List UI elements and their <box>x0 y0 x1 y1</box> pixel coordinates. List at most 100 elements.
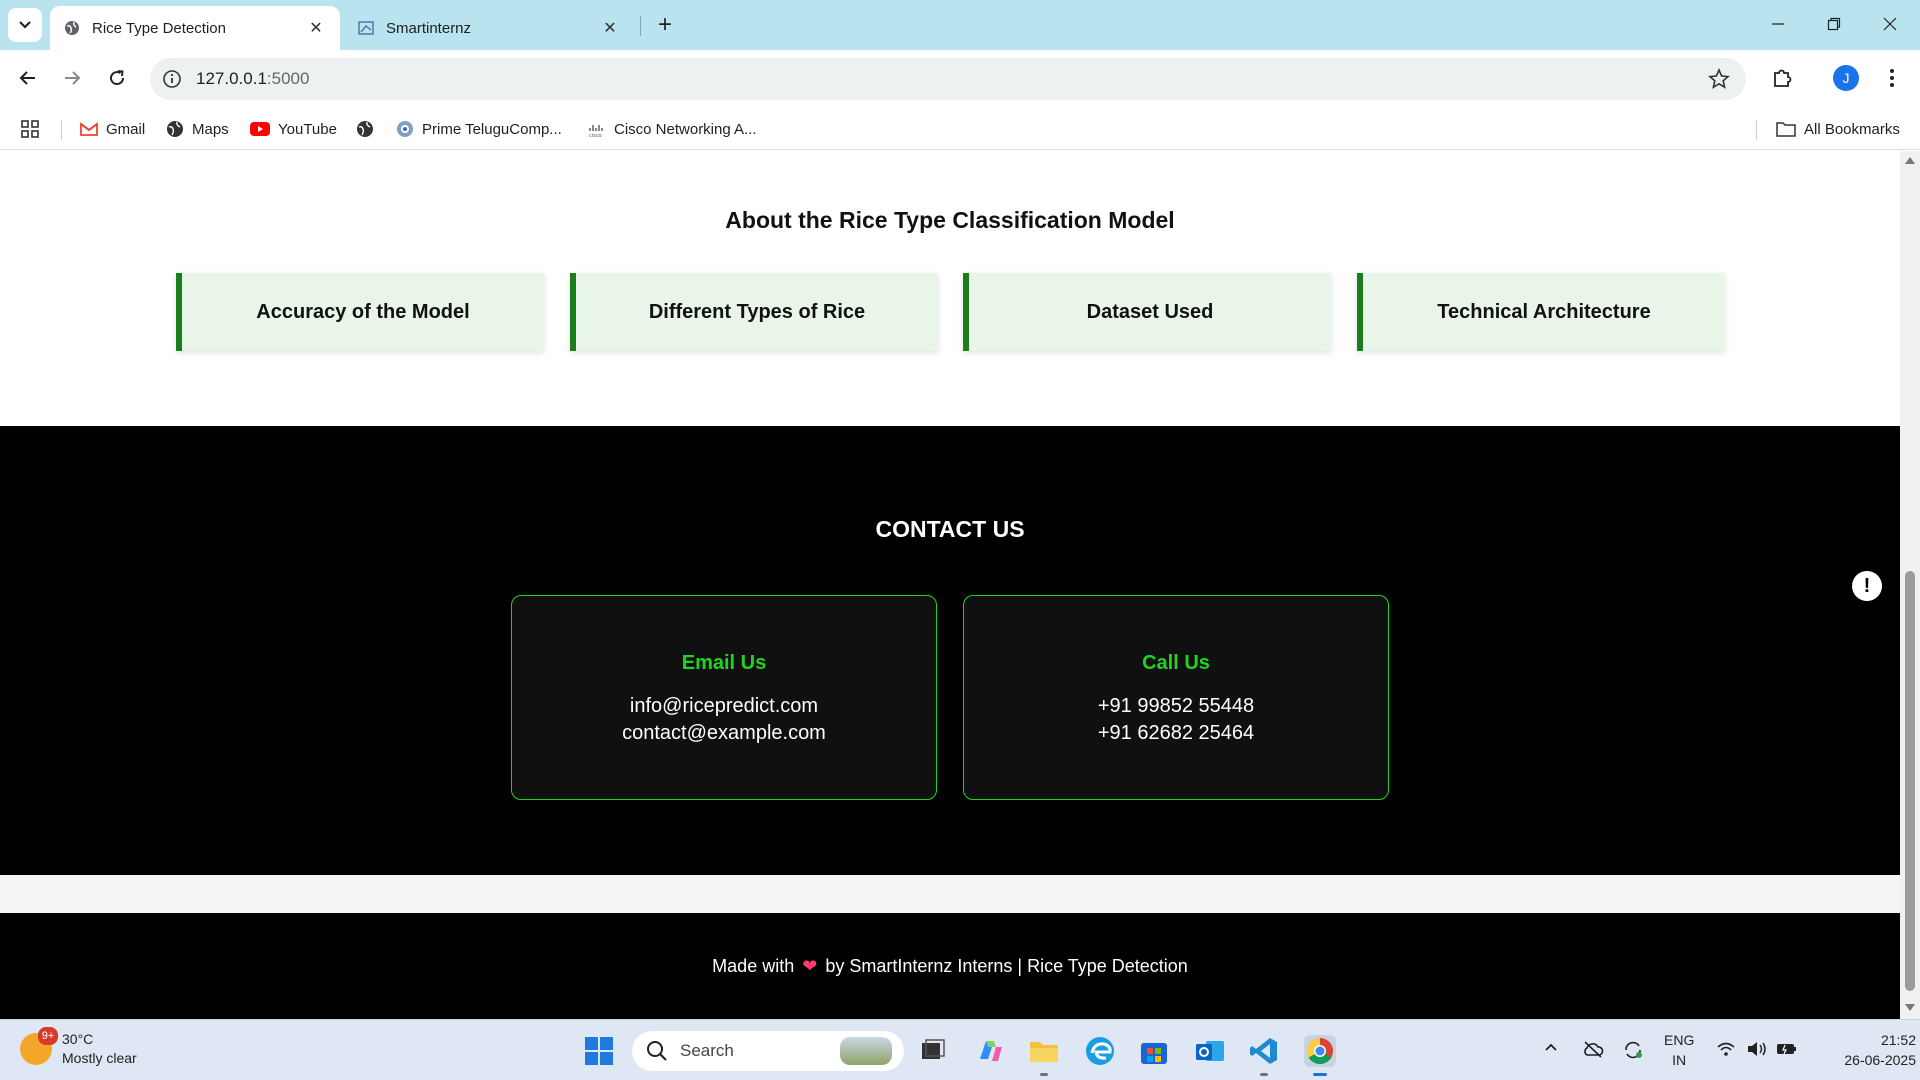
avatar: J <box>1833 65 1859 91</box>
bookmark-star-icon[interactable] <box>1708 68 1730 90</box>
bookmark-unnamed[interactable] <box>356 116 382 142</box>
outlook-button[interactable] <box>1194 1035 1226 1067</box>
footer-suffix: by SmartInternz Interns | Rice Type Dete… <box>825 956 1188 976</box>
input-language[interactable]: ENG IN <box>1664 1030 1694 1070</box>
more-vertical-icon <box>1890 69 1894 87</box>
scrollbar-thumb[interactable] <box>1905 571 1915 991</box>
card-accuracy[interactable]: Accuracy of the Model <box>176 273 544 351</box>
forward-button[interactable] <box>56 62 88 94</box>
taskbar-search[interactable]: Search <box>632 1031 904 1071</box>
network-button[interactable] <box>1716 1040 1736 1061</box>
chrome-button[interactable] <box>1304 1035 1336 1076</box>
bookmark-cisco[interactable]: cisco Cisco Networking A... <box>588 116 757 142</box>
contact-section: CONTACT US Email Us info@ricepredict.com… <box>0 426 1900 875</box>
minimize-button[interactable] <box>1760 8 1796 40</box>
profile-button[interactable]: J <box>1830 62 1862 94</box>
tab-smartinternz[interactable]: Smartinternz ✕ <box>344 6 634 50</box>
region-code: IN <box>1672 1052 1687 1068</box>
menu-button[interactable] <box>1876 62 1908 94</box>
reload-icon <box>110 70 125 86</box>
sync-button[interactable] <box>1622 1040 1644 1063</box>
page-footer: Made with ❤ by SmartInternz Interns | Ri… <box>0 913 1900 1019</box>
bookmark-prime-telugu[interactable]: Prime TeluguComp... <box>396 116 562 142</box>
file-explorer-button[interactable] <box>1028 1035 1060 1076</box>
apps-button[interactable] <box>20 116 40 142</box>
close-tab-icon[interactable]: ✕ <box>304 16 328 40</box>
windows-taskbar: 9+ 30°C Mostly clear Search ENG IN 21:52… <box>0 1019 1920 1080</box>
tab-rice-type-detection[interactable]: Rice Type Detection ✕ <box>50 6 340 50</box>
cloud-offline-icon <box>1584 1041 1604 1058</box>
battery-button[interactable] <box>1776 1040 1798 1061</box>
site-info-icon[interactable] <box>162 69 182 89</box>
tab-title: Smartinternz <box>386 19 472 37</box>
task-view-icon <box>922 1039 945 1059</box>
copilot-button[interactable] <box>974 1035 1006 1067</box>
running-indicator <box>1040 1073 1048 1076</box>
close-tab-icon[interactable]: ✕ <box>598 16 622 40</box>
bookmark-maps[interactable]: Maps <box>166 116 229 142</box>
restore-icon <box>1827 17 1841 31</box>
chrome-icon <box>1306 1037 1333 1065</box>
close-window-button[interactable] <box>1872 8 1908 40</box>
edge-button[interactable] <box>1084 1035 1116 1067</box>
scroll-down-icon[interactable] <box>1905 1004 1915 1011</box>
store-button[interactable] <box>1138 1035 1170 1067</box>
page-viewport: About the Rice Type Classification Model… <box>0 151 1900 1019</box>
tab-strip: Rice Type Detection ✕ Smartinternz ✕ + <box>0 0 1920 50</box>
email-address[interactable]: info@ricepredict.com <box>512 693 936 720</box>
avatar-initial: J <box>1842 70 1850 86</box>
card-label: Dataset Used <box>1086 300 1214 323</box>
active-indicator <box>1313 1073 1327 1076</box>
scroll-up-icon[interactable] <box>1905 157 1915 164</box>
onedrive-button[interactable] <box>1582 1040 1604 1061</box>
bookmark-gmail[interactable]: Gmail <box>80 116 145 142</box>
card-rice-types[interactable]: Different Types of Rice <box>570 273 938 351</box>
phone-number[interactable]: +91 62682 25464 <box>964 720 1388 747</box>
smartinternz-icon <box>358 21 374 35</box>
globe-icon <box>357 121 373 137</box>
puzzle-icon <box>1774 69 1792 87</box>
vscode-button[interactable] <box>1248 1035 1280 1076</box>
weather-widget[interactable]: 9+ 30°C Mostly clear <box>20 1027 137 1068</box>
email-card: Email Us info@ricepredict.com contact@ex… <box>511 595 937 800</box>
new-tab-button[interactable]: + <box>650 10 680 40</box>
gmail-icon <box>80 122 98 136</box>
extensions-button[interactable] <box>1766 62 1798 94</box>
back-button[interactable] <box>12 62 44 94</box>
volume-button[interactable] <box>1746 1040 1768 1061</box>
bookmarks-divider <box>61 120 62 140</box>
address-bar[interactable]: 127.0.0.1:5000 <box>150 58 1746 100</box>
bookmark-youtube[interactable]: YouTube <box>250 116 337 142</box>
chat-bubble-button[interactable]: ! <box>1852 571 1882 601</box>
show-hidden-icons-button[interactable] <box>1544 1040 1558 1057</box>
windows-start-icon[interactable] <box>584 1036 614 1066</box>
restore-button[interactable] <box>1816 8 1852 40</box>
email-address[interactable]: contact@example.com <box>512 720 936 747</box>
badge-count: 9+ <box>41 1030 55 1042</box>
card-dataset[interactable]: Dataset Used <box>963 273 1331 351</box>
phone-number[interactable]: +91 99852 55448 <box>964 693 1388 720</box>
about-section-title: About the Rice Type Classification Model <box>725 207 1175 233</box>
prime-telugu-icon <box>397 121 413 137</box>
system-clock[interactable]: 21:52 26-06-2025 <box>1816 1030 1916 1070</box>
task-view-button[interactable] <box>918 1035 950 1067</box>
bookmarks-bar: Gmail Maps YouTube Prime TeluguComp... c… <box>0 108 1920 150</box>
arrow-right-icon <box>65 71 81 85</box>
search-icon <box>647 1041 667 1061</box>
bookmark-label: Cisco Networking A... <box>614 120 757 138</box>
reload-button[interactable] <box>101 62 133 94</box>
weather-condition: Mostly clear <box>62 1050 137 1066</box>
clock-date: 26-06-2025 <box>1844 1052 1916 1068</box>
tab-search-button[interactable] <box>8 8 42 42</box>
card-architecture[interactable]: Technical Architecture <box>1357 273 1725 351</box>
speaker-icon <box>1748 1042 1766 1056</box>
search-highlight-image <box>840 1037 892 1065</box>
page-scrollbar[interactable] <box>1900 151 1920 1019</box>
all-bookmarks-button[interactable]: All Bookmarks <box>1776 116 1900 142</box>
call-heading: Call Us <box>1142 652 1210 674</box>
url-host: 127.0.0.1 <box>196 69 267 88</box>
card-label: Accuracy of the Model <box>256 300 470 323</box>
youtube-icon <box>250 122 270 136</box>
cisco-icon: cisco <box>589 125 603 138</box>
card-label: Technical Architecture <box>1437 300 1651 323</box>
